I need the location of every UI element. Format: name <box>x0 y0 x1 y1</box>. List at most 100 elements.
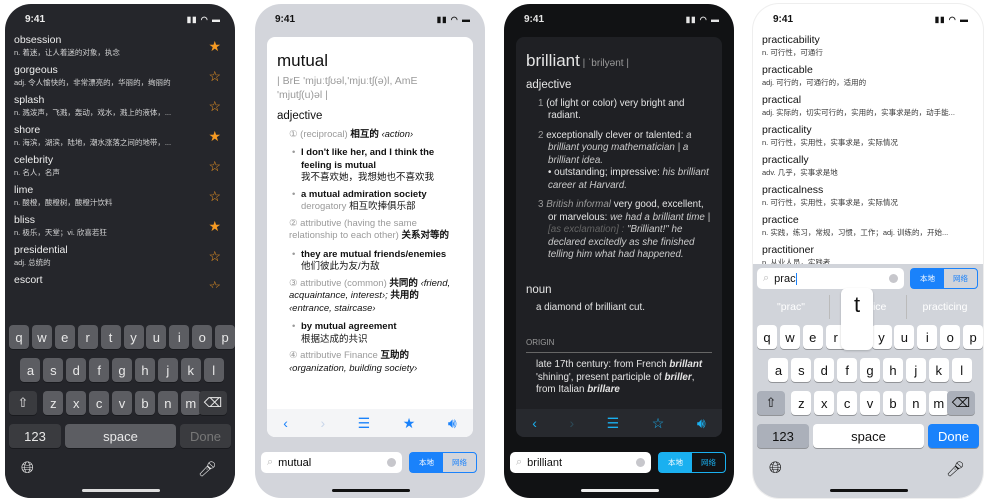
key-j[interactable]: j <box>905 358 926 382</box>
key-n[interactable]: n <box>905 391 926 415</box>
key-i[interactable]: i <box>917 325 938 349</box>
microphone-icon[interactable]: 🎤︎ <box>946 460 965 478</box>
list-item[interactable]: presidential adj. 总统的 ☆ <box>5 242 235 272</box>
list-item[interactable]: bliss n. 极乐，天堂；vi. 欣喜若狂 ★ <box>5 212 235 242</box>
key-u[interactable]: u <box>894 325 915 349</box>
key-i[interactable]: i <box>169 325 190 349</box>
forward-icon[interactable]: › <box>320 415 325 431</box>
key-a[interactable]: a <box>768 358 789 382</box>
local-tab[interactable]: 本地 <box>659 453 692 472</box>
star-icon[interactable]: ★ <box>403 415 416 432</box>
key-e[interactable]: e <box>54 325 75 349</box>
delete-key[interactable]: ⌫ <box>947 391 975 415</box>
key-b[interactable]: b <box>882 391 903 415</box>
key-w[interactable]: w <box>779 325 800 349</box>
numbers-key[interactable]: 123 <box>757 424 809 448</box>
key-o[interactable]: o <box>192 325 213 349</box>
key-m[interactable]: m <box>180 391 201 415</box>
shift-key[interactable]: ⇧ <box>757 391 785 415</box>
numbers-key[interactable]: 123 <box>9 424 61 448</box>
clear-icon[interactable] <box>387 458 396 467</box>
list-item[interactable]: practicability n. 可行性，可通行 <box>753 32 983 62</box>
key-z[interactable]: z <box>43 391 64 415</box>
suggestion-list[interactable]: practicability n. 可行性，可通行 practicable adj. … <box>753 32 983 272</box>
key-n[interactable]: n <box>157 391 178 415</box>
search-input[interactable]: ⌕ prac <box>757 268 904 289</box>
list-item[interactable]: practical adj. 实际的，切实可行的，实用的，实事求是的，动手能... <box>753 92 983 122</box>
list-item[interactable]: practicable adj. 可行的，可通行的，适用的 <box>753 62 983 92</box>
done-key[interactable]: Done <box>928 424 979 448</box>
star-outline-icon[interactable]: ☆ <box>208 189 221 203</box>
list-item[interactable]: splash n. 溅泼声，飞溅，轰动，戏水，溅上的液体，... ☆ <box>5 92 235 122</box>
key-s[interactable]: s <box>43 358 64 382</box>
search-input[interactable]: ⌕ brilliant <box>510 452 651 473</box>
key-q[interactable]: q <box>757 325 777 349</box>
microphone-icon[interactable]: 🎤︎ <box>198 460 217 478</box>
delete-key[interactable]: ⌫ <box>199 391 227 415</box>
key-b[interactable]: b <box>134 391 155 415</box>
list-item[interactable]: obsession n. 着迷，让人着迷的对象，执念 ★ <box>5 32 235 62</box>
list-item[interactable]: practically adv. 几乎，实事求是地 <box>753 152 983 182</box>
local-tab[interactable]: 本地 <box>410 453 443 472</box>
list-item[interactable]: practicality n. 可行性，实用性，实事求是，实际情况 <box>753 122 983 152</box>
list-item[interactable]: lime n. 酸橙，酸橙树，酸橙汁饮料 ☆ <box>5 182 235 212</box>
key-p[interactable]: p <box>215 325 235 349</box>
key-g[interactable]: g <box>112 358 133 382</box>
key-a[interactable]: a <box>20 358 41 382</box>
clear-icon[interactable] <box>636 458 645 467</box>
space-key[interactable]: space <box>65 424 176 448</box>
key-x[interactable]: x <box>66 391 87 415</box>
list-item[interactable]: practicalness n. 可行性，实用性，实事求是，实际情况 <box>753 182 983 212</box>
key-k[interactable]: k <box>180 358 201 382</box>
star-filled-icon[interactable]: ★ <box>208 39 221 53</box>
key-f[interactable]: f <box>89 358 110 382</box>
key-m[interactable]: m <box>928 391 949 415</box>
key-p[interactable]: p <box>963 325 983 349</box>
online-tab[interactable]: 网络 <box>692 453 725 472</box>
key-z[interactable]: z <box>791 391 812 415</box>
forward-icon[interactable]: › <box>569 415 574 431</box>
key-y[interactable]: y <box>123 325 144 349</box>
key-v[interactable]: v <box>112 391 133 415</box>
speaker-icon[interactable]: 🔊︎ <box>697 415 706 432</box>
online-tab[interactable]: 网络 <box>443 453 476 472</box>
key-s[interactable]: s <box>791 358 812 382</box>
online-tab[interactable]: 网络 <box>944 269 977 288</box>
key-t[interactable]: t <box>100 325 121 349</box>
word-list[interactable]: obsession n. 着迷，让人着迷的对象，执念 ★ gorgeous adj. 令… <box>5 32 235 302</box>
search-input[interactable]: ⌕ mutual <box>261 452 402 473</box>
key-w[interactable]: w <box>31 325 52 349</box>
key-v[interactable]: v <box>860 391 881 415</box>
star-filled-icon[interactable]: ★ <box>208 219 221 233</box>
key-y[interactable]: y <box>871 325 892 349</box>
star-outline-icon[interactable]: ☆ <box>208 69 221 83</box>
key-c[interactable]: c <box>89 391 110 415</box>
local-tab[interactable]: 本地 <box>911 269 944 288</box>
key-d[interactable]: d <box>814 358 835 382</box>
list-item[interactable]: celebrity n. 名人，名声 ☆ <box>5 152 235 182</box>
key-h[interactable]: h <box>882 358 903 382</box>
key-q[interactable]: q <box>9 325 29 349</box>
star-outline-icon[interactable]: ☆ <box>208 99 221 113</box>
back-icon[interactable]: ‹ <box>532 415 537 431</box>
star-outline-icon[interactable]: ☆ <box>652 415 665 432</box>
done-key[interactable]: Done <box>180 424 231 448</box>
key-k[interactable]: k <box>928 358 949 382</box>
key-h[interactable]: h <box>134 358 155 382</box>
key-x[interactable]: x <box>814 391 835 415</box>
globe-icon[interactable]: 🌐︎ <box>21 460 34 478</box>
key-u[interactable]: u <box>146 325 167 349</box>
star-outline-icon[interactable]: ☆ <box>208 249 221 263</box>
key-g[interactable]: g <box>860 358 881 382</box>
list-icon[interactable]: ☰ <box>358 415 371 432</box>
space-key[interactable]: space <box>813 424 924 448</box>
back-icon[interactable]: ‹ <box>283 415 288 431</box>
list-item[interactable]: practice n. 实践，练习，常规，习惯，工作；adj. 训练的，开始... <box>753 212 983 242</box>
key-c[interactable]: c <box>837 391 858 415</box>
list-icon[interactable]: ☰ <box>607 415 620 432</box>
key-r[interactable]: r <box>77 325 98 349</box>
star-outline-icon[interactable]: ☆ <box>208 159 221 173</box>
globe-icon[interactable]: 🌐︎ <box>769 460 782 478</box>
key-j[interactable]: j <box>157 358 178 382</box>
key-l[interactable]: l <box>951 358 972 382</box>
